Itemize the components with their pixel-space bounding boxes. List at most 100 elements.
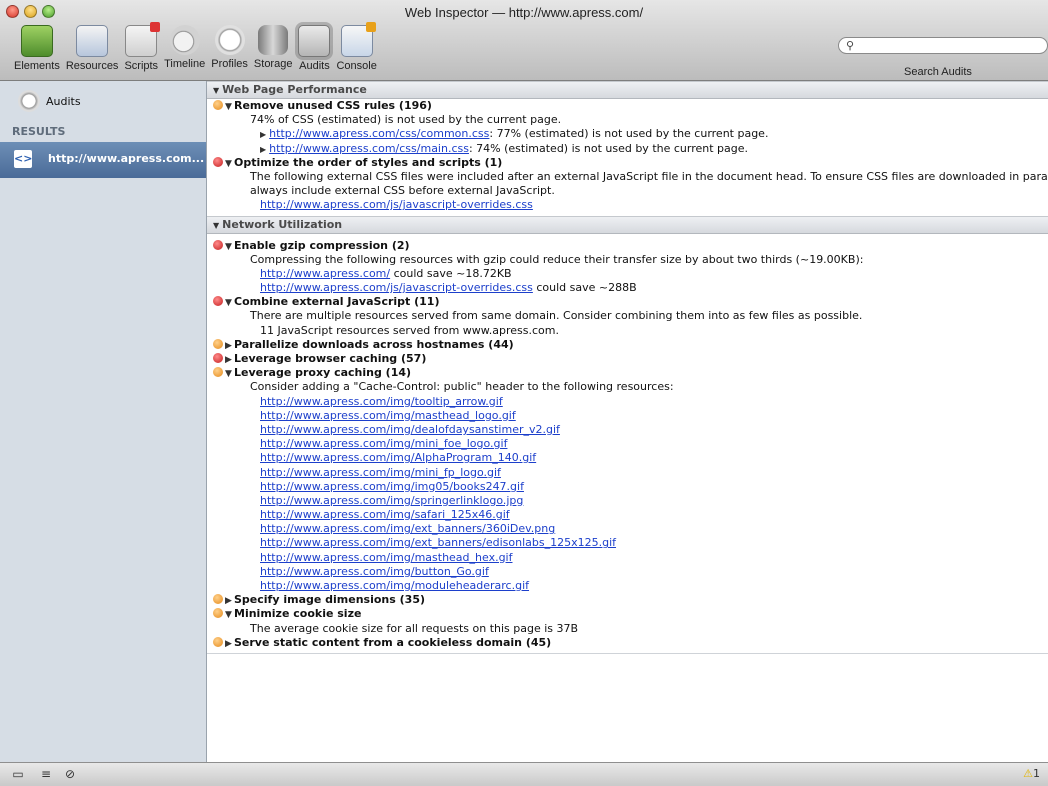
sidebar-item-audits[interactable]: Audits — [18, 90, 81, 112]
audit-rule[interactable]: ▼ Enable gzip compression (2) — [207, 239, 1048, 253]
warning-severity-icon — [213, 636, 223, 647]
search-input[interactable] — [859, 39, 1043, 54]
resource-link[interactable]: http://www.apress.com/img/springerlinklo… — [260, 494, 523, 507]
rule-item: http://www.apress.com/ could save ~18.72… — [260, 266, 512, 280]
toolbar-timeline[interactable]: Timeline — [164, 25, 205, 72]
rule-description: There are multiple resources served from… — [250, 309, 863, 323]
warning-severity-icon — [213, 100, 223, 110]
expand-arrow-icon[interactable]: ▶ — [260, 145, 266, 154]
resource-link[interactable]: http://www.apress.com/css/main.css — [269, 142, 469, 155]
elements-icon — [20, 25, 53, 57]
error-flag-icon — [150, 22, 161, 32]
rule-item: ▶ http://www.apress.com/css/main.css: 74%… — [260, 141, 749, 155]
toolbar-label: Console — [336, 60, 377, 72]
console-toggle-icon[interactable]: ≡ — [38, 767, 54, 781]
resource-link[interactable]: http://www.apress.com/img/masthead_hex.g… — [260, 551, 513, 564]
resource-link[interactable]: http://www.apress.com/img/safari_125x46.… — [260, 508, 510, 521]
scripts-icon — [125, 22, 161, 57]
sidebar: Audits RESULTS <> http://www.apress.com.… — [0, 81, 207, 762]
rule-item: http://www.apress.com/img/dealofdaysanst… — [207, 423, 1048, 437]
toolbar-label: Elements — [14, 60, 60, 72]
resource-link[interactable]: http://www.apress.com/img/moduleheaderar… — [260, 579, 529, 592]
toolbar-elements[interactable]: Elements — [14, 25, 60, 72]
resource-link[interactable]: http://www.apress.com/img/img05/books247… — [260, 480, 524, 493]
rule-item: http://www.apress.com/img/masthead_hex.g… — [207, 551, 1048, 565]
window-titlebar: Web Inspector — http://www.apress.com/ E… — [0, 0, 1048, 81]
audit-rule[interactable]: ▼ Leverage proxy caching (14) — [207, 366, 1048, 380]
toolbar-console[interactable]: Console — [336, 22, 377, 72]
resource-link[interactable]: http://www.apress.com/img/masthead_logo.… — [260, 409, 516, 422]
audit-results-panel: ▼ Web Page Performance ▼ Remove unused CSS… — [207, 81, 1048, 762]
rule-item: http://www.apress.com/img/ext_banners/36… — [207, 522, 1048, 536]
toolbar-storage[interactable]: Storage — [253, 25, 293, 72]
toolbar: Elements Resources Scripts Timeline Prof… — [14, 22, 383, 72]
audit-rule[interactable]: ▶ Parallelize downloads across hostnames … — [207, 338, 1048, 352]
dock-toggle-icon[interactable]: ▭ — [10, 767, 26, 781]
sidebar-item-label: http://www.apress.com... — [48, 152, 205, 165]
rule-item: http://www.apress.com/img/mini_foe_logo.… — [207, 437, 1048, 451]
rule-item: http://www.apress.com/img/mini_fp_logo.g… — [207, 466, 1048, 480]
resource-link[interactable]: http://www.apress.com/img/tooltip_arrow.… — [260, 395, 503, 408]
clock-icon — [18, 90, 40, 112]
toolbar-label: Storage — [253, 58, 293, 70]
audit-rule[interactable]: ▼ Optimize the order of styles and script… — [207, 156, 1048, 170]
toolbar-label: Profiles — [211, 58, 248, 70]
audit-rule[interactable]: ▶ Leverage browser caching (57) — [207, 352, 1048, 366]
rule-item: http://www.apress.com/js/javascript-over… — [207, 198, 1048, 212]
audit-rule[interactable]: ▶ Serve static content from a cookieless … — [207, 636, 1048, 650]
rule-item: http://www.apress.com/img/masthead_logo.… — [207, 409, 1048, 423]
warning-severity-icon — [213, 338, 223, 349]
rule-item: ▶ http://www.apress.com/css/common.css: 7… — [260, 127, 769, 141]
resource-link[interactable]: http://www.apress.com/img/button_Go.gif — [260, 565, 489, 578]
toolbar-scripts[interactable]: Scripts — [124, 22, 161, 72]
toolbar-resources[interactable]: Resources — [66, 25, 118, 72]
error-severity-icon — [213, 353, 223, 363]
resource-link[interactable]: http://www.apress.com/js/javascript-over… — [260, 281, 533, 294]
rule-item: http://www.apress.com/img/button_Go.gif — [207, 565, 1048, 579]
rule-description: always include external CSS before exter… — [250, 184, 555, 198]
toolbar-audits[interactable]: Audits — [298, 25, 331, 72]
resource-link[interactable]: http://www.apress.com/img/ext_banners/ed… — [260, 536, 616, 549]
resource-icon: <> — [14, 150, 32, 168]
rule-item: 11 JavaScript resources served from www.… — [260, 323, 560, 337]
section-header[interactable]: ▼ Network Utilization — [207, 215, 1048, 234]
audit-rule[interactable]: ▼ Combine external JavaScript (11) — [207, 295, 1048, 309]
toolbar-profiles[interactable]: Profiles — [211, 25, 248, 72]
resource-link[interactable]: http://www.apress.com/img/dealofdaysanst… — [260, 423, 560, 436]
toolbar-label: Scripts — [124, 60, 159, 72]
audit-rule[interactable]: ▼ Minimize cookie size — [207, 607, 1048, 621]
resource-link[interactable]: http://www.apress.com/img/AlphaProgram_1… — [260, 451, 536, 464]
rule-item: http://www.apress.com/img/moduleheaderar… — [207, 579, 1048, 593]
resource-link[interactable]: http://www.apress.com/ — [260, 267, 390, 280]
warning-count-badge[interactable]: ⚠1 — [1023, 767, 1040, 780]
profiles-icon — [214, 25, 245, 55]
rule-item: http://www.apress.com/img/safari_125x46.… — [207, 508, 1048, 522]
audit-rule[interactable]: ▶ Specify image dimensions (35) — [207, 593, 1048, 607]
resource-link[interactable]: http://www.apress.com/js/javascript-over… — [260, 198, 533, 211]
warning-severity-icon — [213, 608, 223, 619]
timeline-icon — [169, 25, 200, 55]
clear-icon[interactable]: ⊘ — [62, 767, 78, 781]
expand-arrow-icon[interactable]: ▶ — [260, 130, 266, 139]
rule-description: Consider adding a "Cache-Control: public… — [250, 380, 674, 394]
warning-severity-icon — [213, 367, 223, 378]
sidebar-item-result-selected[interactable]: <> http://www.apress.com... — [0, 142, 206, 178]
warning-icon: ⚠ — [1023, 767, 1033, 780]
rule-item: http://www.apress.com/img/ext_banners/ed… — [207, 536, 1048, 550]
search-field[interactable]: ⚲ — [838, 37, 1048, 54]
search-icon: ⚲ — [846, 39, 855, 52]
rule-description: The average cookie size for all requests… — [250, 621, 579, 635]
rule-description: 74% of CSS (estimated) is not used by th… — [250, 113, 562, 127]
rule-description: Compressing the following resources with… — [250, 252, 864, 266]
section-header[interactable]: ▼ Web Page Performance — [207, 81, 1048, 99]
sidebar-item-label: Audits — [46, 94, 81, 108]
resource-link[interactable]: http://www.apress.com/css/common.css — [269, 127, 489, 140]
audit-rule[interactable]: ▼ Remove unused CSS rules (196) — [207, 99, 1048, 113]
console-icon — [340, 22, 376, 57]
window-title: Web Inspector — http://www.apress.com/ — [404, 5, 644, 20]
resource-link[interactable]: http://www.apress.com/img/mini_fp_logo.g… — [260, 466, 501, 479]
resource-link[interactable]: http://www.apress.com/img/mini_foe_logo.… — [260, 437, 507, 450]
resource-link[interactable]: http://www.apress.com/img/ext_banners/36… — [260, 522, 555, 535]
search-label: Search Audits — [904, 66, 972, 78]
rule-item: http://www.apress.com/js/javascript-over… — [260, 281, 637, 295]
